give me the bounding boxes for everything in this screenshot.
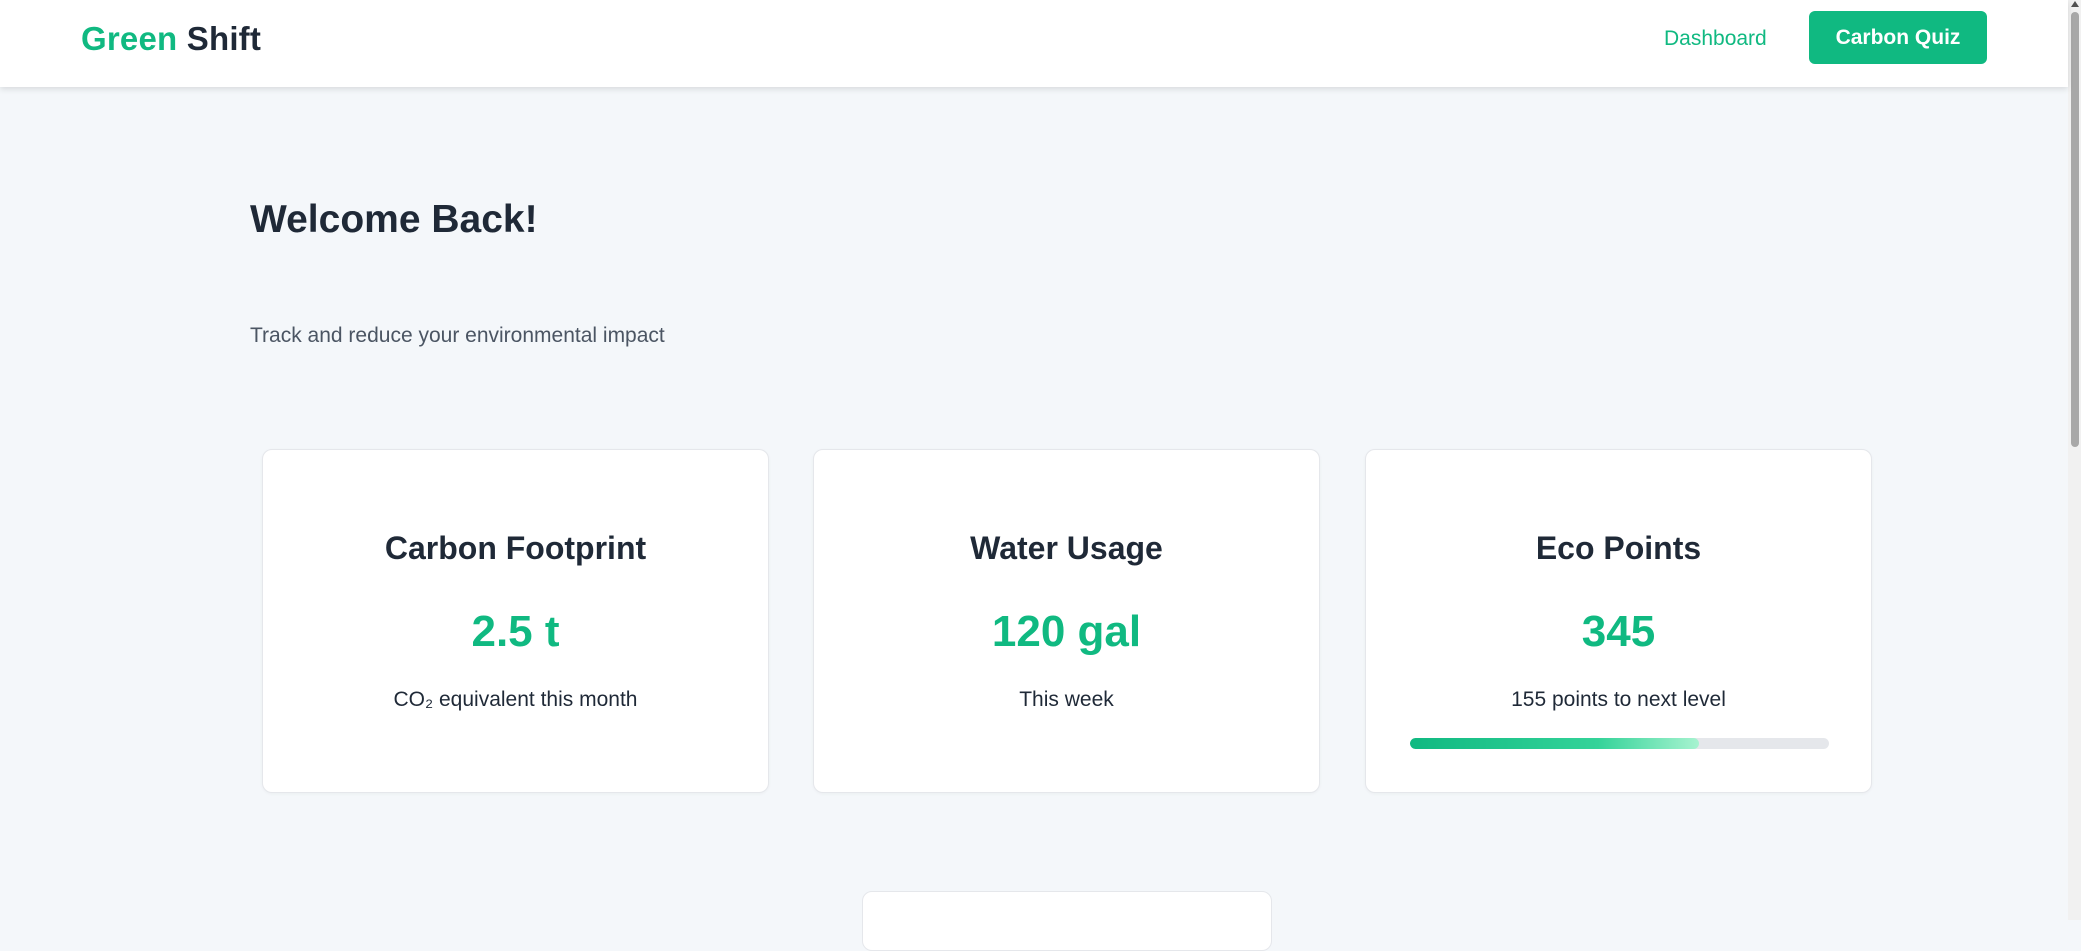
partial-card <box>862 891 1272 951</box>
eco-points-card: Eco Points 345 155 points to next level <box>1365 449 1872 793</box>
card-note: This week <box>1019 688 1114 711</box>
card-value: 120 gal <box>991 607 1142 656</box>
eco-points-progress-bar <box>1410 738 1829 749</box>
card-title: Eco Points <box>1535 530 1702 566</box>
card-title: Water Usage <box>970 530 1163 566</box>
card-title: Carbon Footprint <box>384 530 647 566</box>
card-value: 2.5 t <box>471 607 560 656</box>
dashboard-link[interactable]: Dashboard <box>1664 27 1767 51</box>
card-value: 345 <box>1581 607 1656 656</box>
water-usage-card: Water Usage 120 gal This week <box>813 449 1320 793</box>
progress-fill <box>1410 738 1700 749</box>
logo[interactable]: Green Shift <box>81 20 261 58</box>
carbon-footprint-card: Carbon Footprint 2.5 t CO₂ equivalent th… <box>262 449 769 793</box>
page-title: Welcome Back! <box>250 198 538 241</box>
carbon-quiz-button[interactable]: Carbon Quiz <box>1809 11 1987 64</box>
vertical-scrollbar[interactable] <box>2068 0 2081 920</box>
page-subtitle: Track and reduce your environmental impa… <box>250 324 665 347</box>
scroll-up-arrow-icon[interactable] <box>2071 1 2079 7</box>
logo-green-text: Green <box>81 20 178 57</box>
card-note: 155 points to next level <box>1511 688 1726 711</box>
scrollbar-thumb[interactable] <box>2071 12 2079 447</box>
card-note: CO₂ equivalent this month <box>393 688 638 711</box>
top-navbar: Green Shift Dashboard Carbon Quiz <box>0 0 2068 87</box>
logo-dark-text: Shift <box>186 20 262 57</box>
